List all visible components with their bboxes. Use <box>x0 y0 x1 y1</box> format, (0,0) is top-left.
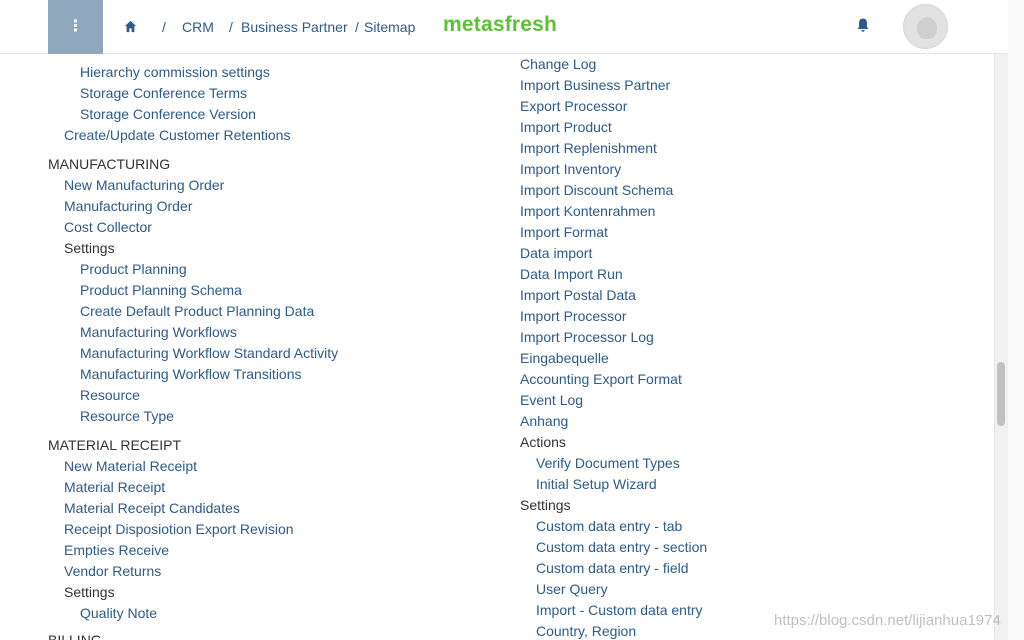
sitemap-link[interactable]: Import Processor <box>520 307 627 325</box>
sitemap-link[interactable]: Product Planning Schema <box>80 281 242 299</box>
sitemap-link[interactable]: User Query <box>536 580 608 598</box>
sitemap-link[interactable]: Import Replenishment <box>520 139 657 157</box>
breadcrumb-crm[interactable]: CRM <box>182 19 214 35</box>
sitemap-link[interactable]: Custom data entry - field <box>536 559 689 577</box>
sitemap-link[interactable]: Custom data entry - tab <box>536 517 682 535</box>
sitemap-link[interactable]: Import Format <box>520 223 608 241</box>
sitemap-link[interactable]: Eingabequelle <box>520 349 609 367</box>
scrollbar-thumb[interactable] <box>997 362 1005 426</box>
sitemap-link[interactable]: Resource Type <box>80 407 174 425</box>
sitemap-link[interactable]: Accounting Export Format <box>520 370 682 388</box>
sitemap-link[interactable]: Create/Update Customer Retentions <box>64 126 290 144</box>
sitemap-link[interactable]: Custom data entry - section <box>536 538 707 556</box>
breadcrumb-sitemap[interactable]: Sitemap <box>364 19 415 35</box>
vertical-dots-icon: ⋮ <box>67 18 84 35</box>
sitemap-link[interactable]: Import Postal Data <box>520 286 636 304</box>
watermark-text: https://blog.csdn.net/lijianhua1974 <box>774 612 1001 629</box>
scrollbar-track[interactable] <box>994 0 1008 640</box>
sitemap-link[interactable]: Cost Collector <box>64 218 152 236</box>
home-icon[interactable] <box>124 20 137 33</box>
sitemap-link[interactable]: Manufacturing Workflow Standard Activity <box>80 344 338 362</box>
sitemap-content: Hierarchy commission settings Storage Co… <box>0 0 994 640</box>
top-header: ⋮ / CRM / Business Partner / Sitemap met… <box>0 0 1008 54</box>
group-heading-settings: Settings <box>520 497 571 513</box>
sitemap-link[interactable]: Anhang <box>520 412 568 430</box>
sitemap-link[interactable]: Empties Receive <box>64 541 169 559</box>
app-logo: metasfresh <box>443 13 558 36</box>
bell-icon[interactable] <box>856 17 870 33</box>
sitemap-link[interactable]: Data import <box>520 244 592 262</box>
section-heading-manufacturing: MANUFACTURING <box>48 156 171 172</box>
sitemap-link[interactable]: Import Kontenrahmen <box>520 202 655 220</box>
menu-button[interactable]: ⋮ <box>48 0 103 54</box>
sitemap-link[interactable]: Storage Conference Version <box>80 105 256 123</box>
sitemap-link[interactable]: Storage Conference Terms <box>80 84 247 102</box>
section-heading-material-receipt: MATERIAL RECEIPT <box>48 437 182 453</box>
sitemap-link[interactable]: Data Import Run <box>520 265 623 283</box>
sitemap-link[interactable]: Manufacturing Workflows <box>80 323 237 341</box>
avatar-icon[interactable] <box>903 4 948 49</box>
sitemap-link[interactable]: Material Receipt Candidates <box>64 499 240 517</box>
sitemap-link[interactable]: Resource <box>80 386 140 404</box>
breadcrumb-separator: / <box>229 19 233 35</box>
sitemap-link[interactable]: Hierarchy commission settings <box>80 63 270 81</box>
sitemap-link[interactable]: Initial Setup Wizard <box>536 475 657 493</box>
sitemap-link[interactable]: Import - Custom data entry <box>536 601 703 619</box>
group-heading-settings: Settings <box>64 240 115 256</box>
window-edge <box>1008 0 1024 640</box>
sitemap-link[interactable]: Import Discount Schema <box>520 181 673 199</box>
sitemap-link[interactable]: Vendor Returns <box>64 562 161 580</box>
sitemap-link[interactable]: New Material Receipt <box>64 457 197 475</box>
breadcrumb-separator: / <box>355 19 359 35</box>
sitemap-link[interactable]: Country, Region <box>536 622 636 640</box>
sitemap-link[interactable]: New Manufacturing Order <box>64 176 224 194</box>
sitemap-link[interactable]: Verify Document Types <box>536 454 680 472</box>
sitemap-link[interactable]: Product Planning <box>80 260 187 278</box>
sitemap-link[interactable]: Quality Note <box>80 604 157 622</box>
breadcrumb-business-partner[interactable]: Business Partner <box>241 19 348 35</box>
group-heading-actions: Actions <box>520 434 566 450</box>
breadcrumb-separator: / <box>162 19 166 35</box>
sitemap-link[interactable]: Manufacturing Workflow Transitions <box>80 365 302 383</box>
sitemap-link[interactable]: Export Processor <box>520 97 627 115</box>
sitemap-link[interactable]: Import Inventory <box>520 160 621 178</box>
sitemap-link[interactable]: Import Product <box>520 118 612 136</box>
sitemap-link[interactable]: Material Receipt <box>64 478 165 496</box>
sitemap-link[interactable]: Event Log <box>520 391 583 409</box>
sitemap-link[interactable]: Import Processor Log <box>520 328 654 346</box>
sitemap-link[interactable]: Manufacturing Order <box>64 197 192 215</box>
sitemap-link[interactable]: Create Default Product Planning Data <box>80 302 314 320</box>
sitemap-link[interactable]: Receipt Disposiotion Export Revision <box>64 520 294 538</box>
sitemap-link[interactable]: Import Business Partner <box>520 76 670 94</box>
sitemap-link[interactable]: Change Log <box>520 55 596 73</box>
section-heading-billing: BILLING <box>48 632 102 640</box>
group-heading-settings: Settings <box>64 584 115 600</box>
